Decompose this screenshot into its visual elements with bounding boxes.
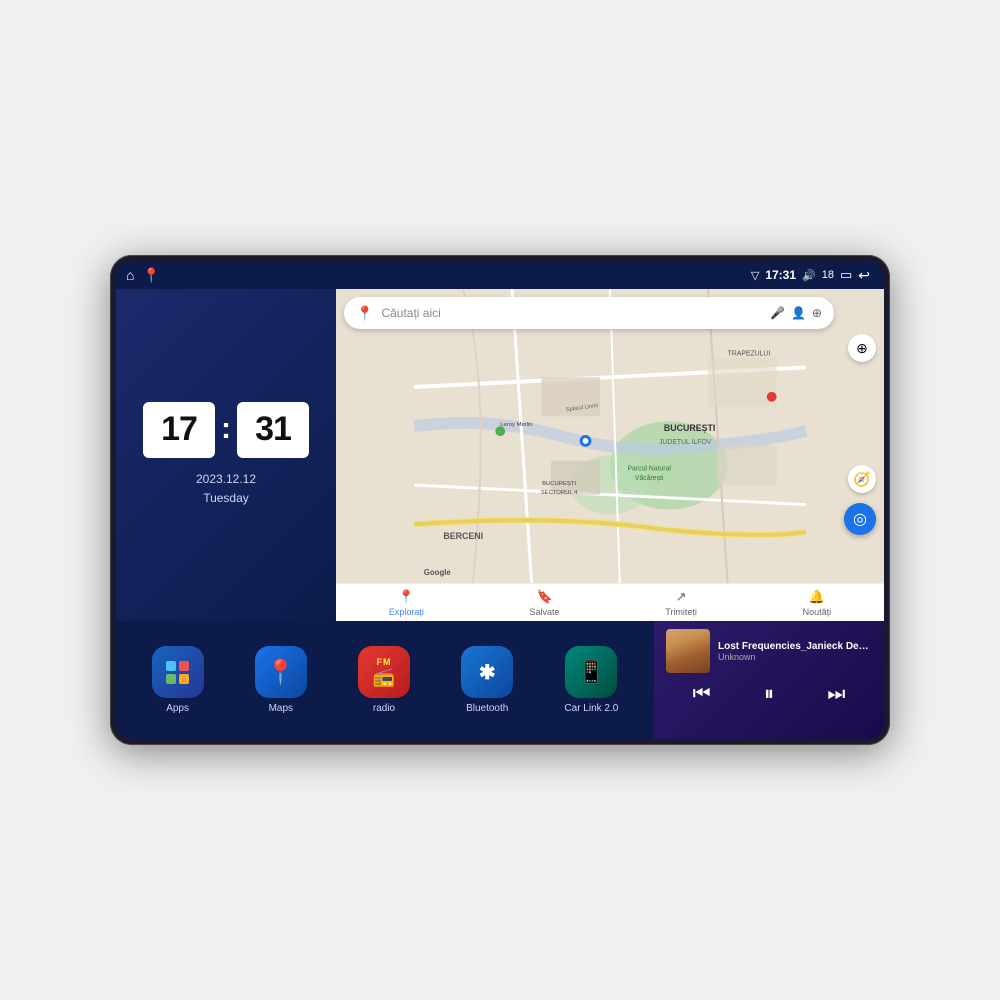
device-screen: ⌂ 📍 ▽ 17:31 🔊 18 ▭ ↩ 17 :: [116, 261, 884, 739]
music-title: Lost Frequencies_Janieck Devy-...: [718, 641, 872, 652]
bluetooth-label: Bluetooth: [466, 703, 508, 714]
send-icon: ↗: [676, 589, 687, 605]
saved-label: Salvate: [530, 607, 560, 617]
clock-hours: 17: [143, 402, 215, 458]
status-time: 17:31: [765, 268, 796, 282]
profile-icon[interactable]: 👤: [791, 306, 806, 320]
saved-icon: 🔖: [536, 589, 552, 605]
maps-icon: 📍: [255, 646, 307, 698]
map-nav-news[interactable]: 🔔 Noutăți: [803, 589, 832, 617]
carlink-icon-wrap: 📱: [565, 646, 617, 698]
bottom-section: Apps 📍 Maps FM 📻 radio: [116, 621, 884, 739]
top-section: 17 : 31 2023.12.12 Tuesday 📍 Căutați aic…: [116, 289, 884, 621]
send-label: Trimiteți: [665, 607, 697, 617]
radio-wave-icon: 📻: [373, 667, 395, 688]
map-nav-send[interactable]: ↗ Trimiteți: [665, 589, 697, 617]
clock-panel: 17 : 31 2023.12.12 Tuesday: [116, 289, 336, 621]
radio-icon: FM 📻: [358, 646, 410, 698]
clock-minutes: 31: [237, 402, 309, 458]
map-nav-saved[interactable]: 🔖 Salvate: [530, 589, 560, 617]
clock-display: 17 : 31: [143, 402, 309, 458]
main-area: 17 : 31 2023.12.12 Tuesday 📍 Căutați aic…: [116, 289, 884, 739]
svg-text:Văcărești: Văcărești: [635, 475, 664, 482]
map-search-bar[interactable]: 📍 Căutați aici 🎤 👤 ⊕: [344, 297, 834, 329]
explore-icon: 📍: [398, 589, 414, 605]
music-artist: Unknown: [718, 652, 872, 662]
microphone-icon[interactable]: 🎤: [770, 306, 785, 320]
svg-text:TRAPEZULUI: TRAPEZULUI: [728, 351, 771, 358]
svg-text:Parcul Natural: Parcul Natural: [627, 465, 671, 472]
clock-colon: :: [221, 412, 231, 446]
status-bar: ⌂ 📍 ▽ 17:31 🔊 18 ▭ ↩: [116, 261, 884, 289]
app-item-maps[interactable]: 📍 Maps: [255, 646, 307, 714]
map-panel[interactable]: 📍 Căutați aici 🎤 👤 ⊕: [336, 289, 884, 621]
status-left-icons: ⌂ 📍: [126, 267, 160, 284]
music-top-row: Lost Frequencies_Janieck Devy-... Unknow…: [666, 629, 872, 673]
svg-text:Google: Google: [424, 568, 452, 577]
svg-text:BUCUREȘTI: BUCUREȘTI: [664, 423, 715, 433]
fm-label: FM: [377, 657, 392, 667]
app-item-carlink[interactable]: 📱 Car Link 2.0: [564, 646, 618, 714]
battery-icon: ▭: [840, 267, 852, 283]
home-icon[interactable]: ⌂: [126, 267, 134, 283]
svg-text:BUCUREȘTI: BUCUREȘTI: [542, 481, 576, 487]
news-label: Noutăți: [803, 607, 832, 617]
apps-grid: [164, 659, 191, 686]
map-svg: BERCENI BUCUREȘTI JUDEȚUL ILFOV TRAPEZUL…: [336, 289, 884, 583]
explore-label: Explorați: [389, 607, 424, 617]
bluetooth-icon-wrap: ✱: [461, 646, 513, 698]
music-album-art: [666, 629, 710, 673]
search-action-icons: 🎤 👤 ⊕: [770, 306, 822, 320]
maps-label: Maps: [269, 703, 293, 714]
music-play-pause-button[interactable]: ⏸: [756, 681, 782, 708]
svg-text:BERCENI: BERCENI: [443, 531, 483, 541]
status-right-icons: ▽ 17:31 🔊 18 ▭ ↩: [751, 267, 870, 284]
apps-icon: [152, 646, 204, 698]
svg-text:Leroy Merlin: Leroy Merlin: [500, 422, 532, 428]
bluetooth-symbol: ✱: [479, 660, 496, 685]
map-compass-button[interactable]: 🧭: [848, 465, 876, 493]
radio-label: radio: [373, 703, 395, 714]
volume-icon: 🔊: [802, 269, 816, 282]
map-nav-explore[interactable]: 📍 Explorați: [389, 589, 424, 617]
news-icon: 🔔: [809, 589, 825, 605]
maps-pin-icon: 📍: [266, 658, 296, 687]
apps-area: Apps 📍 Maps FM 📻 radio: [116, 621, 654, 739]
app-item-apps[interactable]: Apps: [152, 646, 204, 714]
music-info: Lost Frequencies_Janieck Devy-... Unknow…: [718, 641, 872, 662]
apps-label: Apps: [166, 703, 189, 714]
music-player: Lost Frequencies_Janieck Devy-... Unknow…: [654, 621, 884, 739]
location-icon: ▽: [751, 269, 759, 282]
app-item-radio[interactable]: FM 📻 radio: [358, 646, 410, 714]
layers-icon[interactable]: ⊕: [812, 306, 822, 320]
carlink-label: Car Link 2.0: [564, 703, 618, 714]
maps-logo-icon: 📍: [356, 305, 373, 322]
back-icon[interactable]: ↩: [858, 267, 870, 284]
carlink-icon: 📱: [578, 659, 605, 685]
music-thumbnail: [666, 629, 710, 673]
maps-pin-icon[interactable]: 📍: [142, 267, 159, 284]
signal-strength: 18: [822, 269, 834, 281]
music-controls: ⏮ ⏸ ⏭: [666, 679, 872, 710]
clock-date: 2023.12.12 Tuesday: [196, 470, 256, 508]
music-next-button[interactable]: ⏭: [819, 681, 853, 708]
svg-text:SECTORUL 4: SECTORUL 4: [541, 490, 578, 496]
app-item-bluetooth[interactable]: ✱ Bluetooth: [461, 646, 513, 714]
map-body[interactable]: BERCENI BUCUREȘTI JUDEȚUL ILFOV TRAPEZUL…: [336, 289, 884, 583]
map-location-button[interactable]: ◎: [844, 503, 876, 535]
search-placeholder[interactable]: Căutați aici: [381, 306, 762, 320]
svg-text:JUDEȚUL ILFOV: JUDEȚUL ILFOV: [659, 439, 712, 446]
device-frame: ⌂ 📍 ▽ 17:31 🔊 18 ▭ ↩ 17 :: [110, 255, 890, 745]
map-layers-button[interactable]: ⊕: [848, 334, 876, 362]
map-bottom-nav: 📍 Explorați 🔖 Salvate ↗ Trimiteți 🔔: [336, 583, 884, 621]
music-prev-button[interactable]: ⏮: [685, 681, 719, 708]
